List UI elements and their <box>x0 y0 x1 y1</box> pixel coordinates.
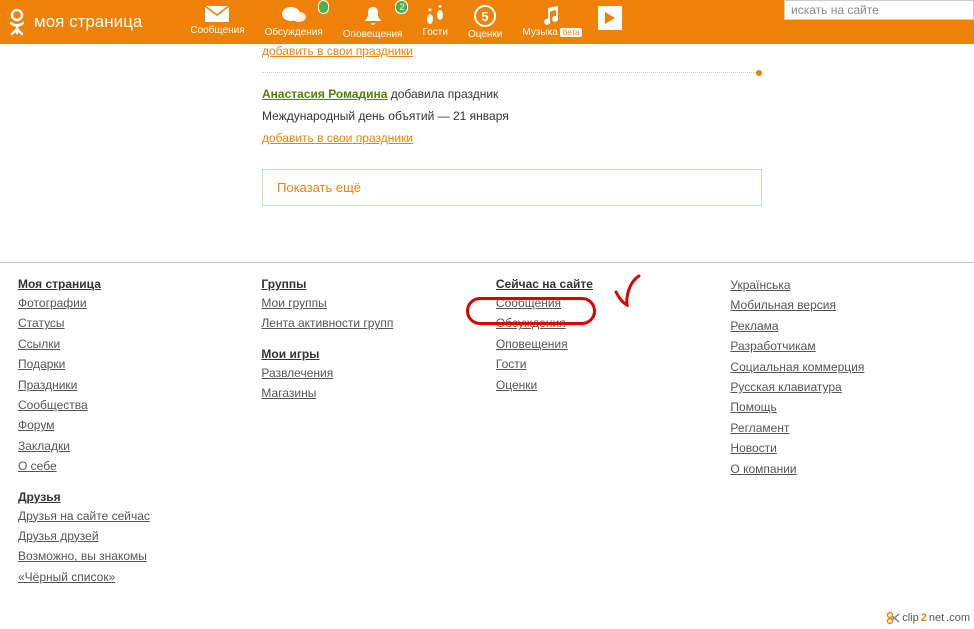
nav-music[interactable]: Музыкабета <box>512 2 592 42</box>
footer-link[interactable]: Обсуждения <box>496 315 675 332</box>
footer-col-2: Группы Мои группыЛента активности групп … <box>261 277 440 589</box>
footer-heading-now-online[interactable]: Сейчас на сайте <box>496 277 675 291</box>
main-content: добавить в свои праздники Анастасия Рома… <box>262 44 762 206</box>
top-nav-bar: моя страница Сообщения Обсуждения 2 Опов… <box>0 0 974 44</box>
add-holiday-link-top[interactable]: добавить в свои праздники <box>262 44 413 58</box>
footer-links-4: Українська Мобильная версия Реклама Разрабо… <box>730 277 900 478</box>
footer-link[interactable]: Магазины <box>261 385 440 402</box>
search-box <box>784 0 974 20</box>
nav-notifications[interactable]: 2 Оповещения <box>333 2 413 42</box>
footer-heading-my-page[interactable]: Моя страница <box>18 277 205 291</box>
play-button[interactable] <box>598 6 622 30</box>
envelope-icon <box>204 5 230 23</box>
footer-col-3: Сейчас на сайте Сообщения Обсуждения Опове… <box>496 277 675 589</box>
footer: Моя страница Фотографии Статусы Ссылки Пода… <box>0 262 974 629</box>
footer-link[interactable]: Мобильная версия <box>730 297 900 314</box>
chat-icon <box>281 5 307 25</box>
footer-link[interactable]: О себе <box>18 458 205 475</box>
watermark: clip2net.com <box>886 611 970 625</box>
rating-icon: 5 <box>474 5 496 27</box>
music-icon <box>542 5 562 25</box>
footer-links-2: Мои группы Лента активности групп <box>261 295 440 333</box>
ok-logo-icon <box>6 8 28 36</box>
footer-link[interactable]: Ссылки <box>18 336 205 353</box>
nav-discussions[interactable]: Обсуждения <box>255 2 333 42</box>
footer-heading-friends[interactable]: Друзья <box>18 490 205 504</box>
footer-col-1: Моя страница Фотографии Статусы Ссылки Пода… <box>18 277 205 589</box>
discussions-badge <box>318 0 329 14</box>
feed-divider <box>262 72 762 73</box>
footer-heading-games[interactable]: Мои игры <box>261 347 440 361</box>
footer-link[interactable]: Статусы <box>18 315 205 332</box>
footer-link[interactable]: Оценки <box>496 377 675 394</box>
footer-link[interactable]: Регламент <box>730 420 900 437</box>
footer-link[interactable]: Социальная коммерция <box>730 359 900 376</box>
footer-link[interactable]: Новости <box>730 440 900 457</box>
footer-link[interactable]: Мои группы <box>261 295 440 312</box>
search-input[interactable] <box>784 0 974 20</box>
footer-link[interactable]: Возможно, вы знакомы <box>18 548 205 565</box>
notifications-badge: 2 <box>395 0 408 14</box>
footer-links-2b: Развлечения Магазины <box>261 365 440 403</box>
beta-tag: бета <box>560 28 583 37</box>
footer-link[interactable]: Друзья на сайте сейчас <box>18 508 205 525</box>
footer-links-3: Сообщения Обсуждения Оповещения Гости Оценки <box>496 295 675 394</box>
logo[interactable]: моя страница <box>0 8 152 36</box>
feed-item: Анастасия Ромадина добавила праздник Меж… <box>262 87 762 145</box>
footer-link[interactable]: Оповещения <box>496 336 675 353</box>
play-icon <box>604 11 616 25</box>
scissors-icon <box>886 611 900 625</box>
footer-heading-groups[interactable]: Группы <box>261 277 440 291</box>
footer-link[interactable]: Развлечения <box>261 365 440 382</box>
feed-action-text: добавила праздник <box>391 87 499 101</box>
footer-link[interactable]: Помощь <box>730 399 900 416</box>
add-holiday-link[interactable]: добавить в свои праздники <box>262 131 413 145</box>
footer-link[interactable]: Разработчикам <box>730 338 900 355</box>
footer-col-4: Українська Мобильная версия Реклама Разрабо… <box>730 277 900 589</box>
footer-link[interactable]: Сообщения <box>496 295 675 312</box>
page-title: моя страница <box>34 12 142 32</box>
footer-link[interactable]: Українська <box>730 277 900 294</box>
footer-link[interactable]: Фотографии <box>18 295 205 312</box>
footer-link[interactable]: «Чёрный список» <box>18 569 205 586</box>
footer-link[interactable]: Сообщества <box>18 397 205 414</box>
footer-links-1: Фотографии Статусы Ссылки Подарки Праздники С… <box>18 295 205 476</box>
nav-guests[interactable]: Гости <box>412 2 457 42</box>
bell-icon <box>363 5 383 27</box>
footer-link[interactable]: Реклама <box>730 318 900 335</box>
nav-ratings[interactable]: 5 Оценки <box>458 2 512 42</box>
footer-link[interactable]: Гости <box>496 356 675 373</box>
nav-menu: Сообщения Обсуждения 2 Оповещения Гости … <box>180 2 622 42</box>
footer-links-1b: Друзья на сайте сейчас Друзья друзей Возмо… <box>18 508 205 587</box>
footer-link[interactable]: Закладки <box>18 438 205 455</box>
footer-link[interactable]: Форум <box>18 417 205 434</box>
svg-text:5: 5 <box>482 9 489 24</box>
footer-link[interactable]: О компании <box>730 461 900 478</box>
footer-link[interactable]: Подарки <box>18 356 205 373</box>
nav-messages[interactable]: Сообщения <box>180 2 254 42</box>
show-more-button[interactable]: Показать ещё <box>262 169 762 206</box>
footer-link[interactable]: Праздники <box>18 377 205 394</box>
footer-link[interactable]: Русская клавиатура <box>730 379 900 396</box>
feed-author-link[interactable]: Анастасия Ромадина <box>262 87 387 101</box>
feed-body-text: Международный день объятий — 21 января <box>262 109 762 123</box>
footprints-icon <box>424 5 446 25</box>
footer-link[interactable]: Лента активности групп <box>261 315 440 332</box>
footer-link[interactable]: Друзья друзей <box>18 528 205 545</box>
